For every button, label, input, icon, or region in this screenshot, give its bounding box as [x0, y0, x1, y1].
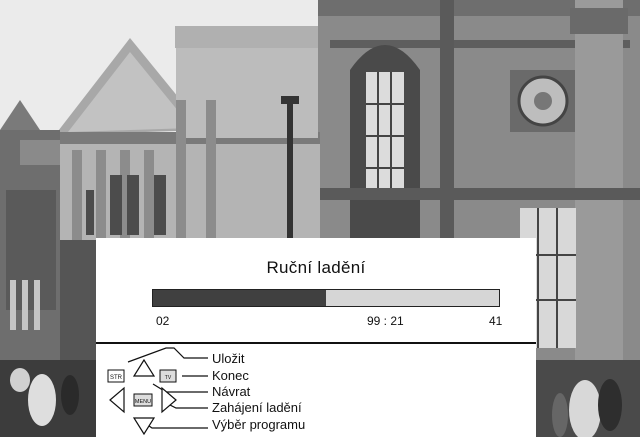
program-number: 41 — [489, 314, 503, 328]
channel-number: 02 — [156, 314, 170, 328]
tuning-progress-fill — [153, 290, 326, 306]
up-arrow-icon — [132, 358, 156, 377]
frequency-readout: 99 : 21 — [367, 314, 404, 328]
legend-start-tuning: Zahájení ladění — [212, 400, 302, 415]
panel-title: Ruční ladění — [266, 258, 366, 277]
legend-program-select: Výběr programu — [212, 417, 306, 432]
str-key-icon: STR — [107, 369, 125, 383]
tv-key-icon: TV — [159, 369, 177, 383]
manual-tuning-panel: Ruční ladění 02 99 : 21 41 STR TV MENU U… — [96, 238, 536, 437]
down-arrow-icon — [132, 417, 156, 436]
svg-text:STR: STR — [110, 375, 123, 381]
menu-key-icon: MENU — [133, 393, 153, 407]
left-arrow-icon — [109, 386, 125, 414]
tuning-progress-bar — [152, 289, 500, 307]
remote-keys-diagram: STR TV MENU — [107, 347, 208, 436]
legend-exit: Konec — [212, 368, 249, 383]
svg-text:MENU: MENU — [135, 399, 151, 405]
legend-save: Uložit — [212, 351, 245, 366]
svg-text:TV: TV — [165, 375, 172, 381]
legend-back: Návrat — [212, 384, 251, 399]
remote-key-legend: STR TV MENU Uložit Konec Návrat Zahájení… — [96, 344, 536, 437]
